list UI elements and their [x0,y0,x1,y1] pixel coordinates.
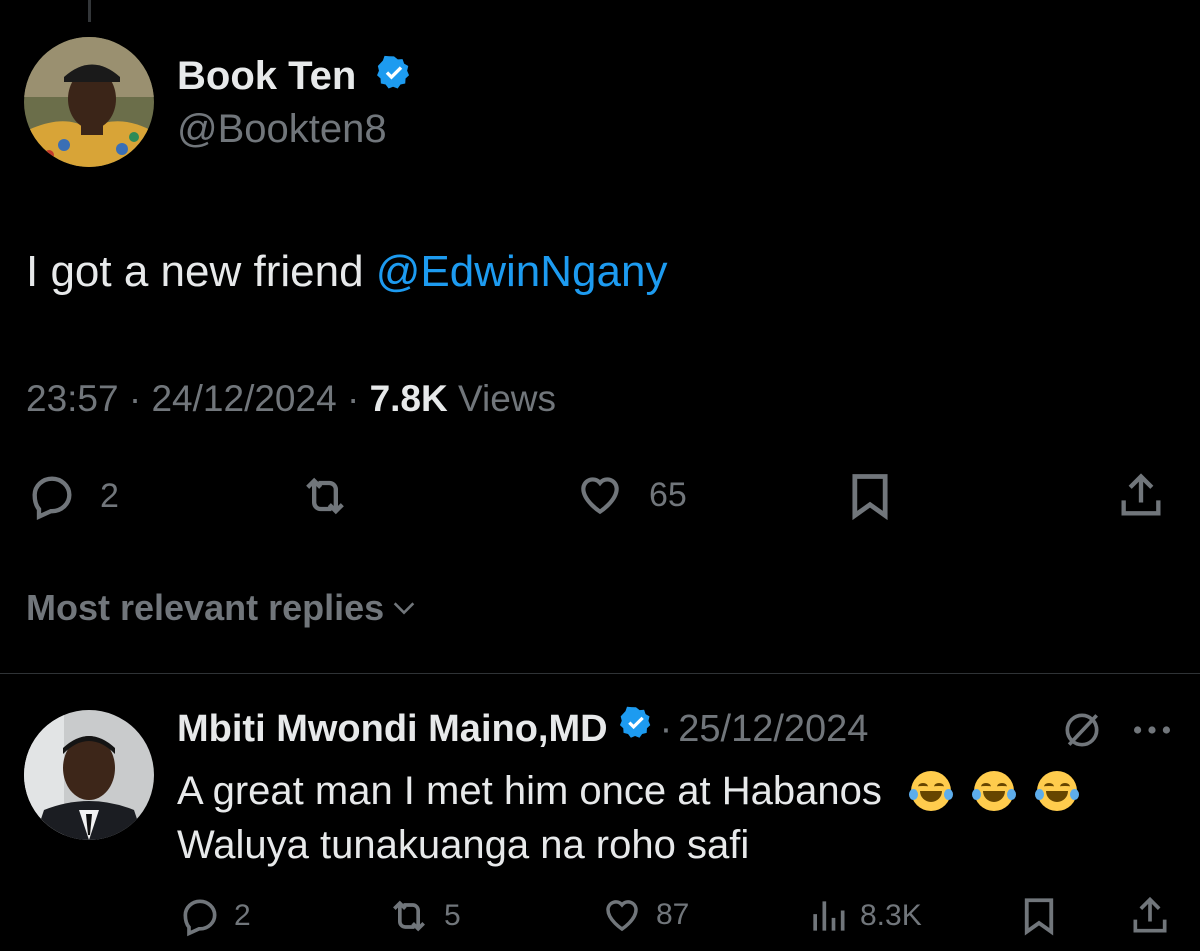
verified-badge-icon [375,54,413,102]
reply-views-count: 8.3K [860,899,922,932]
reply-reply-button[interactable]: 2 [178,894,251,938]
chevron-down-icon [393,602,415,615]
reply-bookmark-button[interactable] [1018,894,1060,938]
share-button[interactable] [1115,470,1167,522]
author-name-row[interactable]: Book Ten [177,53,413,102]
rofl-emoji-icon [1035,771,1080,811]
mention-link[interactable]: @EdwinNgany [376,247,668,296]
tweet-text: I got a new friend @EdwinNgany [26,246,667,298]
reply-reply-count: 2 [234,899,251,932]
tweet-meta: 23:57 · 24/12/2024 · 7.8K Views [26,377,556,421]
meta-separator: · [346,378,360,419]
bookmark-icon [852,474,888,521]
share-icon [1121,473,1161,516]
more-options-icon[interactable] [1130,712,1174,753]
reply-views-button[interactable]: 8.3K [806,894,922,938]
tweet-text-body: I got a new friend [26,247,376,296]
reply-author-name[interactable]: Mbiti Mwondi Maino,MD [177,706,608,752]
reply-retweet-button[interactable]: 5 [384,894,461,938]
reply-author-avatar[interactable] [24,710,154,840]
reply-text-line-1-body: A great man I met him once at Habanos [177,769,882,813]
reply-icon [32,476,72,520]
reply-icon [183,899,217,937]
heart-icon [606,900,638,932]
retweet-icon [393,900,425,932]
retweet-button[interactable] [296,470,354,522]
heart-icon [581,477,619,515]
reply-button[interactable]: 2 [26,470,119,522]
reply-text: A great man I met him once at Habanos Wa… [177,764,1080,872]
bookmark-button[interactable] [844,470,896,522]
thread-line [88,0,91,22]
rofl-emoji-icon [908,771,953,811]
reply-count: 2 [100,476,119,515]
meta-separator: · [128,378,142,419]
like-count: 65 [649,475,687,514]
replies-filter-dropdown[interactable]: Most relevant replies [26,586,418,630]
author-name[interactable]: Book Ten [177,54,356,98]
views-label: Views [458,378,557,419]
reply-text-line-2: Waluya tunakuanga na roho safi [177,823,750,867]
reply-like-count: 87 [656,898,690,931]
reply-text-line-1: A great man I met him once at Habanos [177,764,1080,818]
meta-separator: · [659,707,673,750]
reply-date[interactable]: 25/12/2024 [678,706,868,752]
tweet-time[interactable]: 23:57 [26,378,119,419]
views-icon [813,901,845,931]
tweet-date[interactable]: 24/12/2024 [151,378,336,419]
reply-retweet-count: 5 [444,899,461,932]
verified-badge-icon [618,705,654,752]
divider [0,673,1200,674]
views-count: 7.8K [369,378,448,419]
share-icon [1133,896,1167,933]
like-button[interactable]: 65 [573,470,687,520]
author-handle[interactable]: @Bookten8 [177,106,387,152]
retweet-icon [306,477,344,515]
bookmark-icon [1024,898,1054,936]
reply-share-button[interactable] [1128,894,1172,938]
reply-header: Mbiti Mwondi Maino,MD · 25/12/2024 [177,705,868,752]
reply-like-button[interactable]: 87 [600,894,689,936]
grok-icon[interactable] [1060,708,1104,757]
replies-filter-label: Most relevant replies [26,587,385,628]
rofl-emoji-icon [972,771,1017,811]
author-avatar[interactable] [24,37,154,167]
